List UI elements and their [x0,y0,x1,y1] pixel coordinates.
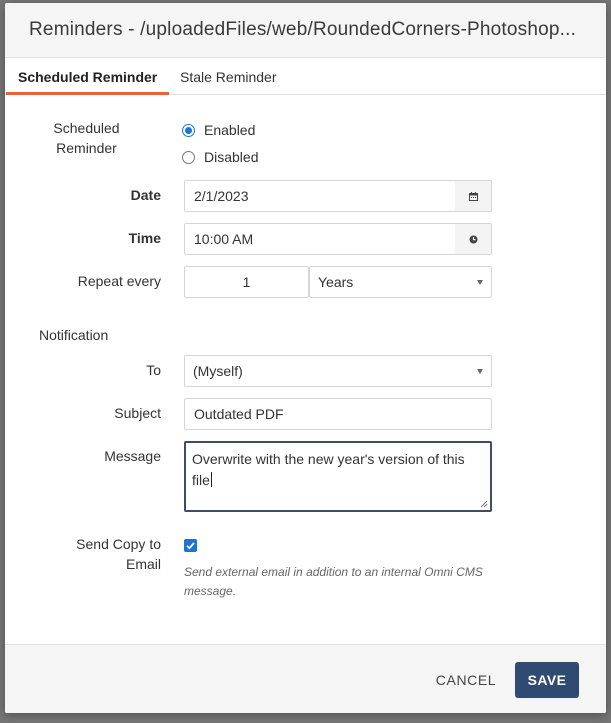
time-label: Time [128,230,161,246]
to-select-value: (Myself) [193,363,243,379]
enabled-radio-label: Enabled [204,122,256,138]
reminders-dialog: Reminders - /uploadedFiles/web/RoundedCo… [5,3,606,713]
cancel-button[interactable]: CANCEL [423,663,509,697]
enabled-radio-option[interactable]: Enabled [182,120,255,140]
enabled-radio[interactable] [182,123,195,137]
repeat-unit-select[interactable]: Years [309,266,492,298]
chevron-down-icon [477,369,483,374]
disabled-radio[interactable] [182,150,195,164]
message-label: Message [104,448,161,464]
disabled-radio-option[interactable]: Disabled [182,147,258,167]
subject-input[interactable]: Outdated PDF [184,398,492,430]
repeat-unit-value: Years [318,274,354,290]
date-input[interactable]: 2/1/2023 [184,180,456,212]
repeat-count-input[interactable]: 1 [184,266,309,298]
checkmark-icon [186,542,195,550]
time-picker-button[interactable] [455,223,492,255]
date-picker-button[interactable] [455,180,492,212]
tab-scheduled-reminder[interactable]: Scheduled Reminder [6,59,170,95]
send-copy-checkbox[interactable] [184,539,197,552]
dialog-title: Reminders - /uploadedFiles/web/RoundedCo… [29,19,577,40]
scheduled-reminder-label: Scheduled Reminder [53,120,120,156]
to-label: To [146,362,161,378]
repeat-every-label: Repeat every [77,273,161,289]
notification-section-label: Notification [39,327,109,343]
chevron-down-icon [477,280,483,285]
clock-icon [469,235,477,243]
message-textarea[interactable]: Overwrite with the new year's version of… [184,441,492,512]
tab-bar: Scheduled Reminder Stale Reminder [5,59,606,95]
send-copy-help-text: Send external email in addition to an in… [184,565,483,598]
dialog-header: Reminders - /uploadedFiles/web/RoundedCo… [5,3,606,58]
text-cursor [210,472,212,487]
to-select[interactable]: (Myself) [184,355,492,387]
date-label: Date [130,187,161,203]
save-button[interactable]: SAVE [515,662,579,698]
calendar-icon [468,191,478,201]
disabled-radio-label: Disabled [204,149,259,165]
subject-label: Subject [114,405,161,421]
time-input[interactable]: 10:00 AM [184,223,456,255]
resize-grip-icon[interactable] [480,500,488,508]
message-text: Overwrite with the new year's version of… [192,451,465,488]
tab-stale-reminder[interactable]: Stale Reminder [168,59,289,95]
dialog-footer: CANCEL SAVE [5,644,606,713]
send-copy-label: Send Copy to Email [76,536,161,572]
